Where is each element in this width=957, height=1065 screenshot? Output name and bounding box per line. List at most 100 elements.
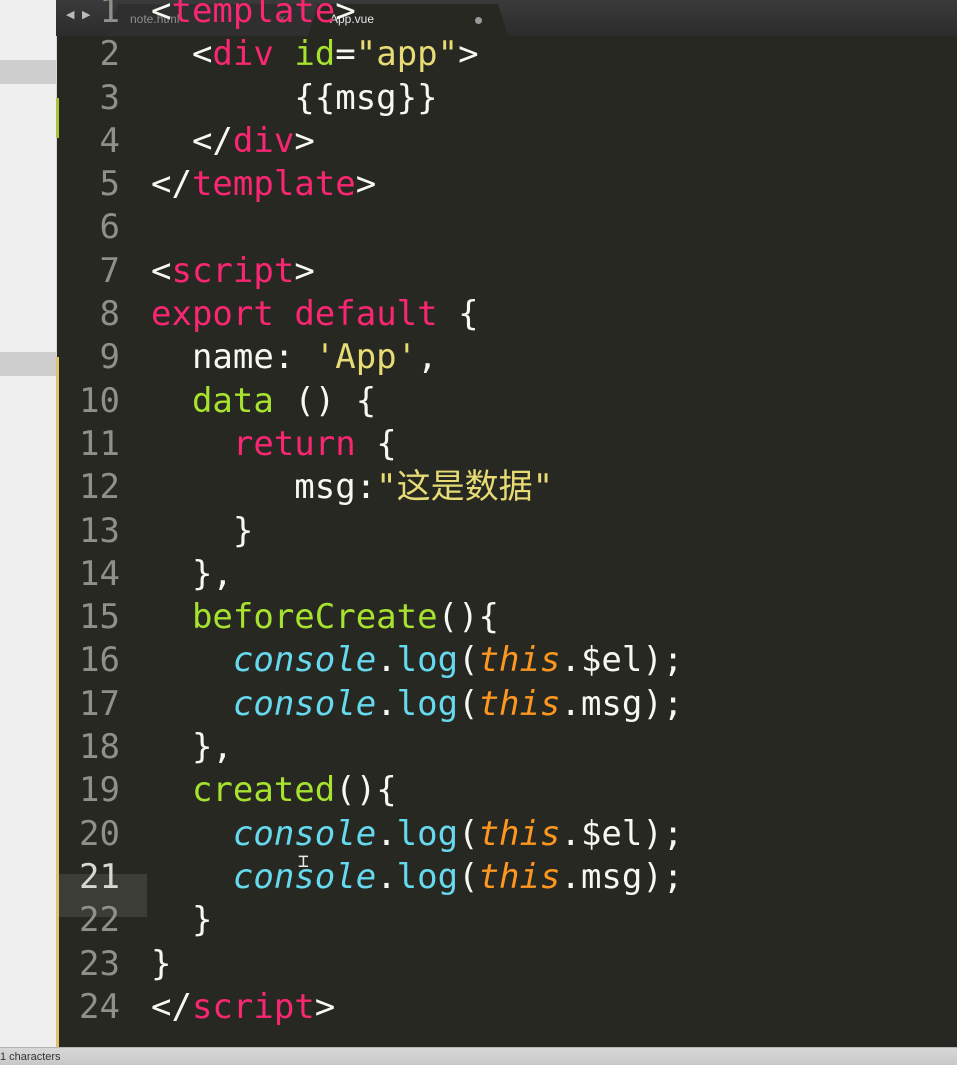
line-number: 4 bbox=[99, 120, 120, 161]
line-number: 16 bbox=[79, 640, 120, 681]
code-line[interactable]: 16 console.log(this.$el); bbox=[0, 639, 957, 682]
code-line[interactable]: 22 } bbox=[0, 899, 957, 942]
code-token: . bbox=[376, 640, 397, 681]
code-text: }, bbox=[151, 726, 233, 769]
code-text: created(){ bbox=[151, 769, 397, 812]
code-line[interactable]: 6 bbox=[0, 206, 957, 249]
code-text: } bbox=[151, 510, 253, 553]
line-number: 23 bbox=[79, 943, 120, 984]
code-line[interactable]: 23} bbox=[0, 943, 957, 986]
code-token: this bbox=[478, 856, 561, 897]
line-number: 2 bbox=[99, 34, 120, 75]
code-text: console.log(this.msg); bbox=[151, 683, 683, 726]
code-line[interactable]: 20 console.log(this.$el); bbox=[0, 813, 957, 856]
line-number: 13 bbox=[79, 510, 120, 551]
code-token: ( bbox=[458, 640, 479, 681]
code-token: log bbox=[396, 640, 459, 681]
code-token: < bbox=[151, 34, 213, 75]
code-text: </template> bbox=[151, 163, 376, 206]
code-token: script bbox=[191, 986, 315, 1027]
code-line[interactable]: 1 <template> bbox=[0, 0, 957, 33]
code-line[interactable]: 2 <div id="app"> bbox=[0, 33, 957, 76]
code-token: export bbox=[151, 294, 274, 335]
code-token: . bbox=[376, 856, 397, 897]
line-number: 19 bbox=[79, 770, 120, 811]
code-line[interactable]: 14 }, bbox=[0, 553, 957, 596]
code-token: {{msg}} bbox=[151, 77, 438, 118]
line-number: 21 bbox=[79, 856, 120, 897]
code-token: , bbox=[417, 337, 438, 378]
code-text: <script> bbox=[151, 250, 315, 293]
code-token: > bbox=[335, 0, 356, 31]
code-token: </ bbox=[151, 986, 192, 1027]
code-token: return bbox=[232, 423, 356, 464]
line-number: 15 bbox=[79, 597, 120, 638]
code-text: } bbox=[151, 943, 171, 986]
code-token: } bbox=[151, 943, 172, 984]
code-line[interactable]: 4 </div> bbox=[0, 120, 957, 163]
code-token: div bbox=[232, 120, 295, 161]
code-line[interactable]: 24 </script> bbox=[0, 986, 957, 1029]
line-number: 1 bbox=[99, 0, 120, 31]
code-token: > bbox=[314, 986, 336, 1027]
code-text: </div> bbox=[151, 120, 315, 163]
code-token: } bbox=[151, 900, 213, 941]
code-text: } bbox=[151, 899, 212, 942]
line-number: 3 bbox=[99, 77, 120, 118]
code-token: template bbox=[191, 164, 356, 205]
code-line[interactable]: 17 console.log(this.msg); bbox=[0, 683, 957, 726]
code-text: export default { bbox=[151, 293, 479, 336]
line-number: 24 bbox=[79, 986, 120, 1027]
code-token: > bbox=[458, 34, 479, 75]
line-number: 9 bbox=[99, 337, 120, 378]
code-token: = bbox=[335, 34, 356, 75]
line-number: 11 bbox=[79, 423, 120, 464]
code-token: .msg); bbox=[560, 856, 684, 897]
code-line[interactable]: 7 <script> bbox=[0, 250, 957, 293]
code-token: log bbox=[396, 856, 459, 897]
code-line[interactable]: 3 {{msg}} bbox=[0, 77, 957, 120]
line-number: 7 bbox=[99, 250, 120, 291]
code-text: {{msg}} bbox=[151, 77, 438, 120]
code-line[interactable]: 8 export default { bbox=[0, 293, 957, 336]
code-token: this bbox=[478, 813, 561, 854]
code-line[interactable]: 21 console.log(this.msg); bbox=[0, 856, 957, 899]
code-token: { bbox=[355, 423, 397, 464]
status-bar: 1 characters bbox=[0, 1047, 957, 1065]
line-number: 12 bbox=[79, 467, 120, 508]
code-token: </ bbox=[151, 164, 192, 205]
code-text: msg:"这是数据" bbox=[151, 466, 553, 509]
code-token: { bbox=[437, 294, 479, 335]
line-number: 8 bbox=[99, 294, 120, 335]
code-line[interactable]: 9 name: 'App', bbox=[0, 336, 957, 379]
code-line[interactable]: 18 }, bbox=[0, 726, 957, 769]
line-number: 10 bbox=[79, 380, 120, 421]
code-line[interactable]: 12 msg:"这是数据" bbox=[0, 466, 957, 509]
code-token: .$el); bbox=[560, 640, 684, 681]
code-token: msg: bbox=[151, 467, 377, 508]
line-number: 6 bbox=[99, 207, 120, 248]
code-text: beforeCreate(){ bbox=[151, 596, 499, 639]
code-token: < bbox=[151, 250, 172, 291]
code-token: "这是数据" bbox=[376, 467, 554, 508]
code-line[interactable]: 10 data () { bbox=[0, 380, 957, 423]
code-text: }, bbox=[151, 553, 233, 596]
code-line[interactable]: 19 created(){ bbox=[0, 769, 957, 812]
code-line[interactable]: 5 </template> bbox=[0, 163, 957, 206]
code-token: this bbox=[478, 683, 561, 724]
text-cursor-icon: ⌶ bbox=[298, 851, 309, 872]
code-line[interactable]: 15 beforeCreate(){ bbox=[0, 596, 957, 639]
code-text: console.log(this.msg); bbox=[151, 856, 683, 899]
code-token: }, bbox=[151, 727, 233, 768]
code-token: .msg); bbox=[560, 683, 684, 724]
code-token: default bbox=[294, 294, 438, 335]
code-token: }, bbox=[151, 553, 233, 594]
code-area[interactable]: 1 <template> 2 <div id="app"> 3 {{msg}} 4 </… bbox=[0, 0, 957, 1029]
code-line[interactable]: 13 } bbox=[0, 510, 957, 553]
code-line[interactable]: 11 return { bbox=[0, 423, 957, 466]
